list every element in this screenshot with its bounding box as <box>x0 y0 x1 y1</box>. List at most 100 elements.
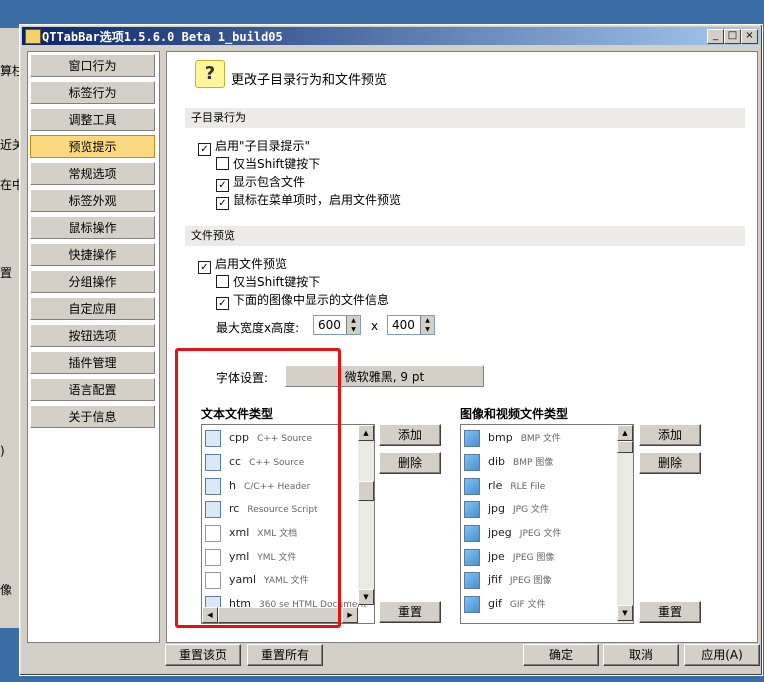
scroll-down-icon[interactable]: ▼ <box>617 605 633 621</box>
sidebar-item-groups[interactable]: 分组操作 <box>30 270 155 293</box>
max-height-spinner[interactable]: 400 ▲ ▼ <box>387 315 435 335</box>
list-item[interactable]: dib BMP 图像 <box>464 451 553 473</box>
font-settings-label: 字体设置: <box>216 371 269 385</box>
sidebar-item-apps[interactable]: 自定应用 <box>30 297 155 320</box>
image-file-icon <box>464 524 480 542</box>
document-file-icon <box>205 571 221 589</box>
list-item[interactable]: jpg JPG 文件 <box>464 498 549 520</box>
image-list-vscroll[interactable]: ▲ ▼ <box>617 425 633 623</box>
sidebar-item-about[interactable]: 关于信息 <box>30 405 155 428</box>
scroll-right-icon[interactable]: ▶ <box>342 607 358 623</box>
list-item[interactable]: rc Resource Script <box>205 498 318 520</box>
list-item[interactable]: yml YML 文件 <box>205 546 296 568</box>
sidebar-item-tab-appearance[interactable]: 标签外观 <box>30 189 155 212</box>
image-file-icon <box>464 453 480 471</box>
show-files-checkbox[interactable]: ✓ 显示包含文件 <box>216 174 306 192</box>
spinner-arrows-icon[interactable]: ▲ ▼ <box>346 316 360 334</box>
image-add-button[interactable]: 添加 <box>639 424 701 446</box>
checkbox-label: 启用"子目录提示" <box>215 139 311 153</box>
ok-button[interactable]: 确定 <box>523 644 599 666</box>
preview-shift-only-checkbox[interactable]: 仅当Shift键按下 <box>216 274 320 290</box>
list-item[interactable]: xml XML 文档 <box>205 522 297 544</box>
checkbox-label: 显示包含文件 <box>233 175 306 189</box>
scroll-up-icon[interactable]: ▲ <box>617 425 633 441</box>
text-list-hscroll[interactable]: ◀ ▶ <box>202 607 358 623</box>
size-separator: x <box>371 319 379 333</box>
spinner-arrows-icon[interactable]: ▲ ▼ <box>420 316 434 334</box>
text-remove-button[interactable]: 删除 <box>379 452 441 474</box>
subfolder-shift-only-checkbox[interactable]: 仅当Shift键按下 <box>216 156 320 172</box>
checkbox-checked-icon: ✓ <box>216 179 229 192</box>
max-width-spinner[interactable]: 600 ▲ ▼ <box>313 315 361 335</box>
menu-preview-checkbox[interactable]: ✓ 鼠标在菜单项时，启用文件预览 <box>216 192 401 210</box>
header-file-icon <box>205 477 221 495</box>
text-reset-button[interactable]: 重置 <box>379 601 441 623</box>
image-types-list[interactable]: bmp BMP 文件 dib BMP 图像 rle RLE File jpg JPG 文… <box>460 424 634 624</box>
checkbox-unchecked-icon <box>216 157 229 170</box>
sidebar-item-language[interactable]: 语言配置 <box>30 378 155 401</box>
reset-all-button[interactable]: 重置所有 <box>247 644 323 666</box>
list-item[interactable]: rle RLE File <box>464 475 545 497</box>
sidebar-item-window-behavior[interactable]: 窗口行为 <box>30 54 155 77</box>
minimize-button[interactable]: _ <box>707 29 724 44</box>
text-add-button[interactable]: 添加 <box>379 424 441 446</box>
image-file-icon <box>464 571 480 589</box>
scroll-left-icon[interactable]: ◀ <box>202 607 218 623</box>
text-types-list[interactable]: cpp C++ Source cc C++ Source h C/C++ Header… <box>201 424 375 624</box>
spinner-value: 600 <box>318 318 341 332</box>
background-text: 像 <box>0 583 13 597</box>
close-button[interactable]: × <box>741 29 758 44</box>
sidebar-item-tab-behavior[interactable]: 标签行为 <box>30 81 155 104</box>
scroll-thumb[interactable] <box>617 441 633 453</box>
section-subfolder: 子目录行为 <box>185 108 745 128</box>
maximize-button[interactable]: □ <box>724 29 741 44</box>
image-remove-button[interactable]: 删除 <box>639 452 701 474</box>
checkbox-label: 启用文件预览 <box>215 257 288 271</box>
scroll-thumb[interactable] <box>358 481 374 501</box>
image-file-icon <box>464 477 480 495</box>
list-item[interactable]: cpp C++ Source <box>205 427 312 449</box>
image-file-icon <box>464 595 480 613</box>
image-file-icon <box>464 548 480 566</box>
list-item[interactable]: jpeg JPEG 文件 <box>464 522 561 544</box>
sidebar-item-buttons[interactable]: 按钮选项 <box>30 324 155 347</box>
scroll-down-icon[interactable]: ▼ <box>358 589 374 605</box>
list-item[interactable]: jfif JPEG 图像 <box>464 569 551 591</box>
background-text: ) <box>0 444 5 458</box>
apply-button[interactable]: 应用(A) <box>684 644 760 666</box>
sidebar-item-shortcuts[interactable]: 快捷操作 <box>30 243 155 266</box>
checkbox-checked-icon: ✓ <box>216 297 229 310</box>
list-item[interactable]: gif GIF 文件 <box>464 593 546 615</box>
sidebar-item-plugins[interactable]: 插件管理 <box>30 351 155 374</box>
checkbox-label: 仅当Shift键按下 <box>233 275 321 289</box>
list-item[interactable]: bmp BMP 文件 <box>464 427 561 449</box>
document-file-icon <box>205 524 221 542</box>
background-text: 置 <box>0 266 13 280</box>
cancel-button[interactable]: 取消 <box>603 644 679 666</box>
sidebar-item-tweaks[interactable]: 调整工具 <box>30 108 155 131</box>
scroll-up-icon[interactable]: ▲ <box>358 425 374 441</box>
list-item[interactable]: yaml YAML 文件 <box>205 569 309 591</box>
show-file-info-checkbox[interactable]: ✓ 下面的图像中显示的文件信息 <box>216 292 389 310</box>
settings-panel: ? 更改子目录行为和文件预览 子目录行为 ✓ 启用"子目录提示" 仅当Shift键… <box>166 51 758 643</box>
image-reset-button[interactable]: 重置 <box>639 601 701 623</box>
font-select-button[interactable]: 微软雅黑, 9 pt <box>285 365 484 387</box>
title-bar[interactable]: QTTabBar选项1.5.6.0 Beta 1_build05 _ □ × <box>22 27 760 45</box>
checkbox-checked-icon: ✓ <box>216 197 229 210</box>
checkbox-label: 仅当Shift键按下 <box>233 157 321 171</box>
list-item[interactable]: jpe JPEG 图像 <box>464 546 554 568</box>
list-item[interactable]: cc C++ Source <box>205 451 304 473</box>
enable-subfolder-tips-checkbox[interactable]: ✓ 启用"子目录提示" <box>198 138 311 156</box>
sidebar-item-mouse[interactable]: 鼠标操作 <box>30 216 155 239</box>
text-list-vscroll[interactable]: ▲ ▼ <box>358 425 374 605</box>
list-item[interactable]: h C/C++ Header <box>205 475 310 497</box>
reset-page-button[interactable]: 重置该页 <box>165 644 241 666</box>
scroll-thumb[interactable] <box>218 607 340 623</box>
sidebar-item-general[interactable]: 常规选项 <box>30 162 155 185</box>
enable-file-preview-checkbox[interactable]: ✓ 启用文件预览 <box>198 256 288 274</box>
sidebar-item-preview-tips[interactable]: 预览提示 <box>30 135 155 158</box>
checkbox-checked-icon: ✓ <box>198 143 211 156</box>
sidebar: 窗口行为 标签行为 调整工具 预览提示 常规选项 标签外观 鼠标操作 快捷操作 … <box>27 51 160 643</box>
page-title: 更改子目录行为和文件预览 <box>231 73 388 88</box>
section-file-preview: 文件预览 <box>185 226 745 246</box>
